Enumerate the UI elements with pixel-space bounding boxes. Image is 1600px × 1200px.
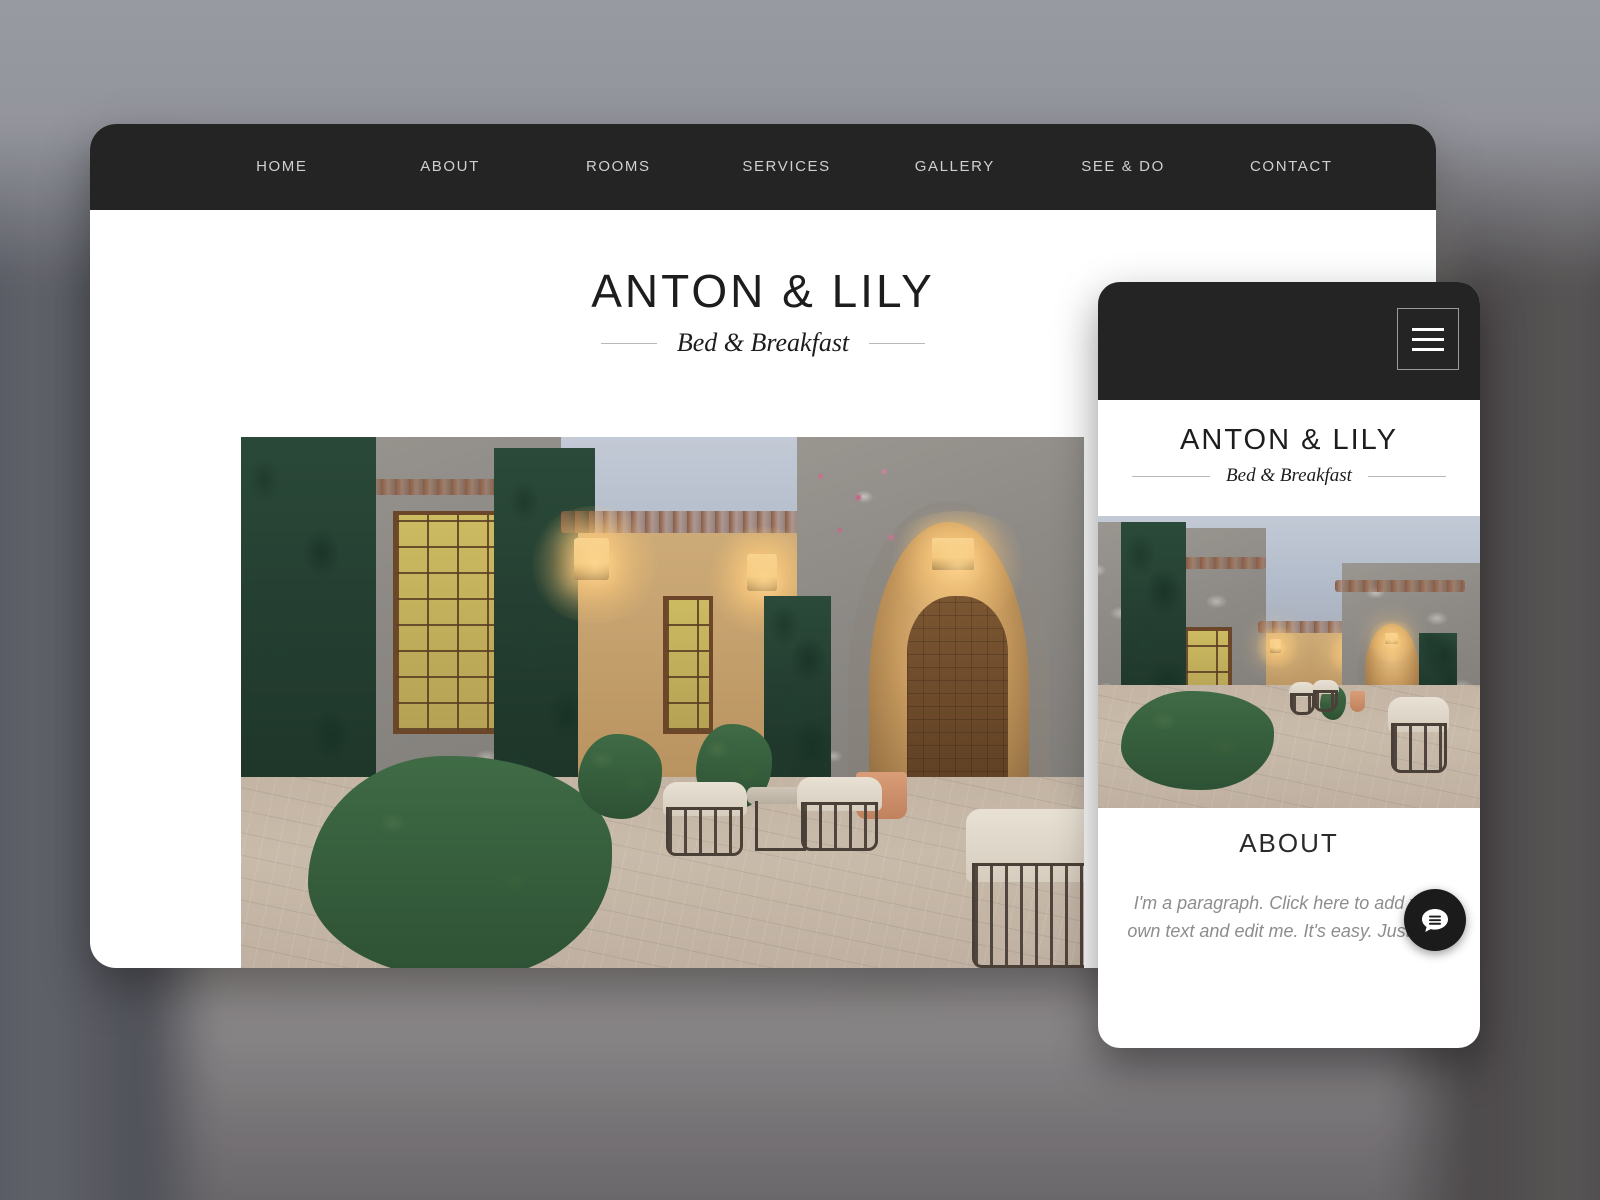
nav-item-home[interactable]: HOME (198, 158, 366, 176)
mobile-photo-chair-b (1311, 679, 1339, 712)
mobile-photo-lamp-a-glow (1254, 626, 1301, 668)
logo-rule-right (869, 342, 926, 344)
mobile-logo-subtitle: Bed & Breakfast (1226, 465, 1352, 486)
mobile-photo-foreground-chair (1388, 697, 1450, 773)
hamburger-bar-1 (1412, 327, 1444, 331)
nav-item-gallery-label[interactable]: GALLERY (915, 158, 995, 175)
photo-foreground-chair-frame (972, 862, 1084, 968)
mobile-site-logo[interactable]: ANTON & LILY Bed & Breakfast (1098, 400, 1480, 487)
nav-item-services-label[interactable]: SERVICES (742, 158, 830, 175)
nav-item-contact[interactable]: CONTACT (1207, 158, 1375, 176)
mobile-photo-hedge (1120, 691, 1274, 791)
mobile-hero-photo (1098, 516, 1480, 808)
mobile-logo-rule-right (1367, 475, 1446, 477)
nav-item-home-label[interactable]: HOME (256, 158, 307, 175)
mobile-logo-subtitle-row: Bed & Breakfast (1098, 465, 1480, 487)
nav-item-services[interactable]: SERVICES (702, 158, 870, 176)
photo-chair-right (797, 776, 882, 852)
nav-item-contact-label[interactable]: CONTACT (1250, 158, 1333, 175)
screenshot-stage: HOME ABOUT ROOMS SERVICES GALLERY SEE & … (0, 0, 1600, 1200)
nav-item-rooms[interactable]: ROOMS (534, 158, 702, 176)
mobile-logo-title: ANTON & LILY (1180, 424, 1398, 456)
desktop-nav-list: HOME ABOUT ROOMS SERVICES GALLERY SEE & … (90, 158, 1436, 176)
photo-wooden-door (906, 596, 1009, 799)
mobile-logo-rule-left (1132, 475, 1211, 477)
nav-item-gallery[interactable]: GALLERY (871, 158, 1039, 176)
mobile-navbar (1098, 282, 1480, 400)
desktop-hero-photo (241, 437, 1084, 968)
desktop-logo-subtitle: Bed & Breakfast (676, 328, 850, 357)
desktop-navbar: HOME ABOUT ROOMS SERVICES GALLERY SEE & … (90, 124, 1436, 210)
photo-lamp-left-glow (527, 506, 663, 623)
nav-item-about[interactable]: ABOUT (366, 158, 534, 176)
photo-bougainvillea (797, 452, 916, 570)
hamburger-bar-3 (1412, 347, 1444, 351)
chat-bubble-glyph (1422, 909, 1448, 932)
mobile-photo-right-roof (1334, 580, 1465, 592)
nav-item-see-and-do[interactable]: SEE & DO (1039, 158, 1207, 176)
photo-chair-left (662, 782, 747, 857)
nav-item-about-label[interactable]: ABOUT (420, 158, 480, 175)
photo-center-window (662, 596, 714, 735)
photo-hedge (308, 755, 612, 968)
nav-item-rooms-label[interactable]: ROOMS (586, 158, 651, 175)
hamburger-icon[interactable] (1397, 308, 1459, 370)
photo-chair-right-frame (800, 802, 879, 852)
photo-foreground-chair (965, 808, 1084, 968)
photo-chair-left-frame (665, 807, 744, 857)
about-heading: ABOUT (1239, 828, 1339, 858)
mobile-photo-arch-glow (1365, 621, 1419, 662)
mobile-photo-pot (1350, 691, 1366, 712)
logo-rule-left (600, 342, 657, 344)
hamburger-bar-2 (1412, 337, 1444, 341)
chat-bubble-icon[interactable] (1404, 889, 1466, 951)
mobile-photo-chair-b-frame (1312, 690, 1338, 712)
mobile-photo-foreground-chair-frame (1390, 722, 1447, 773)
nav-item-see-and-do-label[interactable]: SEE & DO (1081, 158, 1165, 175)
